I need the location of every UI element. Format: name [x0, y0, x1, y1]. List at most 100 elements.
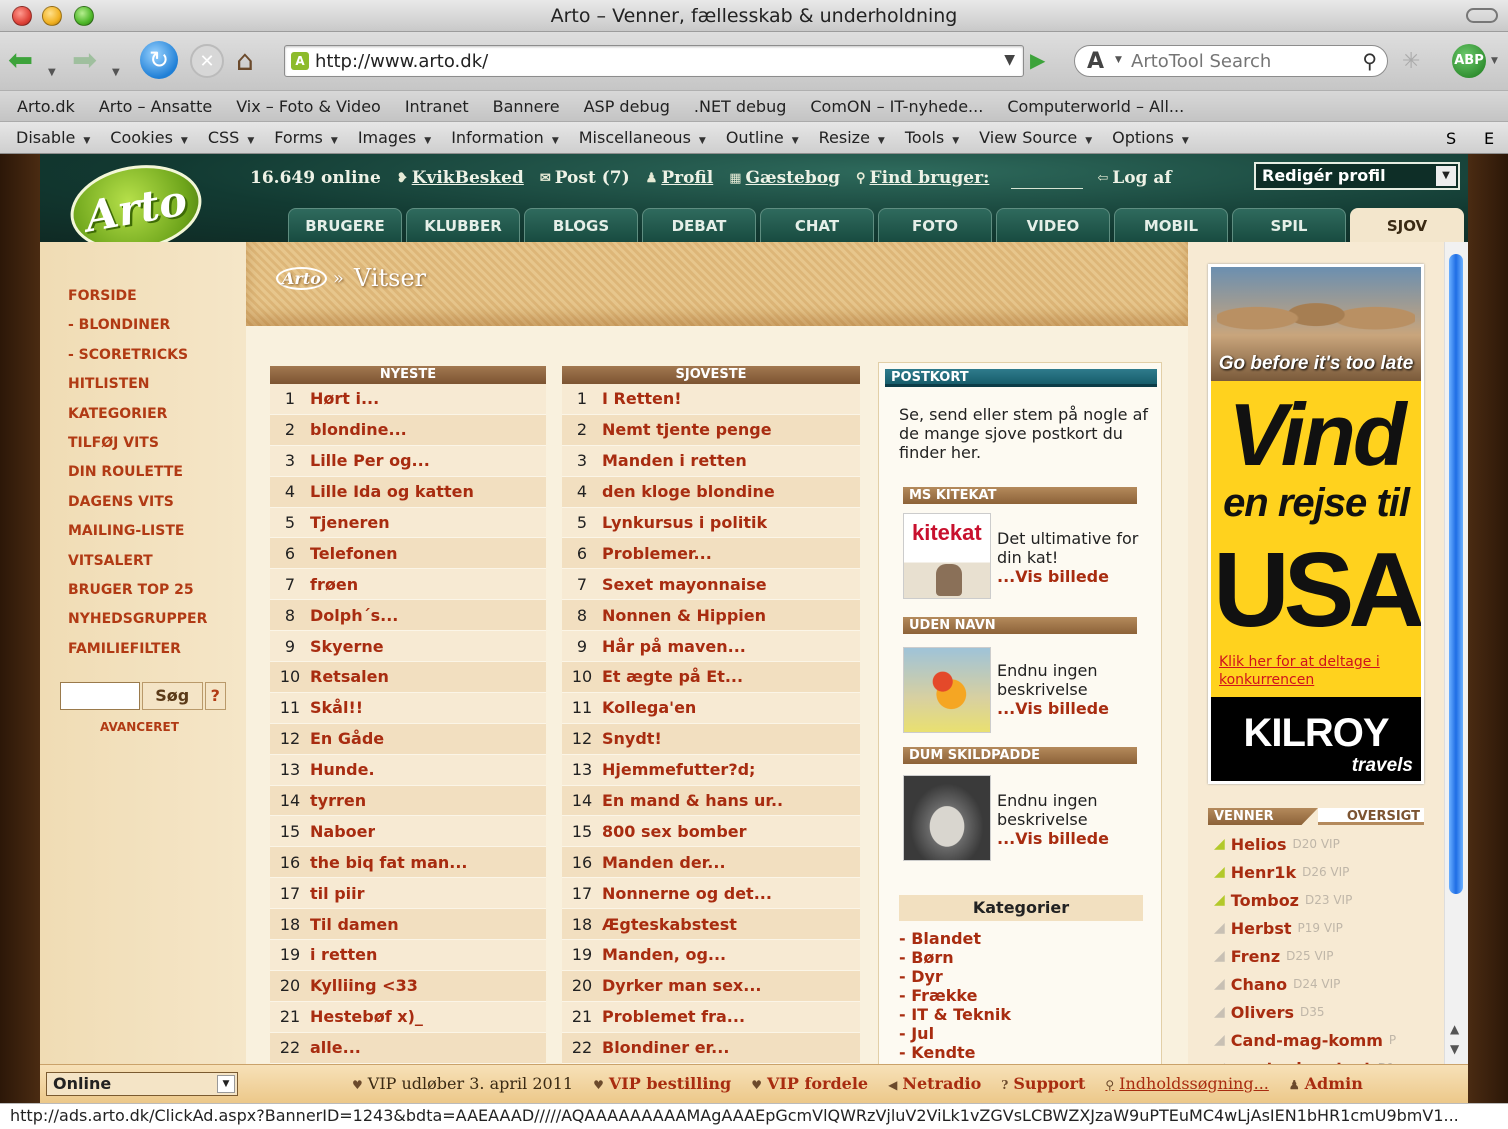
joke-title-link[interactable]: blondine...: [310, 420, 407, 439]
joke-row[interactable]: 18 Ægteskabstest: [562, 909, 860, 941]
joke-row[interactable]: 16 the biq fat man...: [270, 847, 546, 879]
online-status-select[interactable]: Online ▼: [46, 1072, 238, 1096]
search-box[interactable]: A ▼ ⚲: [1074, 45, 1388, 77]
joke-row[interactable]: 11 Skål!!: [270, 692, 546, 724]
joke-title-link[interactable]: Dolph´s...: [310, 606, 398, 625]
joke-title-link[interactable]: Kollega'en: [602, 698, 696, 717]
friend-name[interactable]: Cand-mag-komm: [1231, 1031, 1383, 1050]
friend-item[interactable]: ◢ Henr1k D26 VIP: [1214, 858, 1428, 886]
kvikbesked-link[interactable]: ❥ KvikBesked: [397, 168, 524, 188]
devtools-menu-resize[interactable]: Resize ▼: [819, 128, 885, 147]
netradio-link[interactable]: ◀ Netradio: [888, 1074, 981, 1093]
joke-row[interactable]: 13 Hunde.: [270, 754, 546, 786]
tab-spil[interactable]: SPIL: [1232, 208, 1346, 242]
search-icon[interactable]: ⚲: [1362, 49, 1377, 73]
admin-link[interactable]: ♟ Admin: [1289, 1074, 1363, 1093]
joke-row[interactable]: 6 Problemer...: [562, 538, 860, 570]
menu-item-vitsalert[interactable]: VITSALERT: [68, 551, 207, 580]
search-input[interactable]: [1131, 51, 1341, 72]
friend-item[interactable]: ◢ Helios D20 VIP: [1214, 830, 1428, 858]
joke-row[interactable]: 21 Problemet fra...: [562, 1001, 860, 1033]
bookmark-item[interactable]: .NET debug: [694, 97, 786, 116]
scrollbar-thumb[interactable]: [1449, 254, 1463, 894]
joke-title-link[interactable]: Lille Per og...: [310, 451, 430, 470]
joke-row[interactable]: 19 Manden, og...: [562, 940, 860, 971]
tab-blogs[interactable]: BLOGS: [524, 208, 638, 242]
joke-title-link[interactable]: i retten: [310, 945, 377, 964]
joke-title-link[interactable]: Tjeneren: [310, 513, 390, 532]
kilroy-ad-banner[interactable]: Go before it's too late Vind en rejse ti…: [1208, 264, 1424, 784]
joke-title-link[interactable]: Hørt i...: [310, 389, 379, 408]
menu-item-tilfoej-vits[interactable]: TILFØJ VITS: [68, 433, 207, 462]
postcard-title[interactable]: MS KITEKAT: [903, 487, 1137, 504]
devtools-menu-options[interactable]: Options ▼: [1112, 128, 1189, 147]
joke-title-link[interactable]: Nemt tjente penge: [602, 420, 772, 439]
bookmark-item[interactable]: Computerworld – All...: [1007, 97, 1184, 116]
joke-row[interactable]: 10 Retsalen: [270, 662, 546, 693]
joke-search-input[interactable]: [60, 682, 140, 710]
menu-item-nyhedsgrupper[interactable]: NYHEDSGRUPPER: [68, 609, 207, 638]
forward-arrow-icon[interactable]: ➡: [72, 42, 97, 78]
page-scrollbar[interactable]: ▲ ▼: [1444, 242, 1468, 1103]
joke-row[interactable]: 4 den kloge blondine: [562, 476, 860, 508]
menu-item-bruger-top-25[interactable]: BRUGER TOP 25: [68, 580, 207, 609]
joke-title-link[interactable]: Nonnerne og det...: [602, 884, 772, 903]
postcard-thumbnail[interactable]: kitekat: [903, 513, 991, 599]
postcard-title[interactable]: UDEN NAVN: [903, 617, 1137, 634]
search-engine-dropdown-icon[interactable]: ▼: [1115, 55, 1122, 65]
joke-row[interactable]: 5 Tjeneren: [270, 507, 546, 539]
joke-row[interactable]: 6 Telefonen: [270, 538, 546, 570]
joke-title-link[interactable]: En Gåde: [310, 729, 384, 748]
joke-title-link[interactable]: Retsalen: [310, 667, 389, 686]
joke-row[interactable]: 7 frøen: [270, 569, 546, 601]
friend-item[interactable]: ◢ Herbst P19 VIP: [1214, 914, 1428, 942]
view-image-link[interactable]: ...Vis billede: [997, 699, 1109, 718]
joke-row[interactable]: 22 alle...: [270, 1032, 546, 1064]
postcard-thumbnail[interactable]: [903, 775, 991, 861]
joke-title-link[interactable]: Manden i retten: [602, 451, 747, 470]
joke-title-link[interactable]: Naboer: [310, 822, 375, 841]
joke-row[interactable]: 14 tyrren: [270, 785, 546, 817]
joke-row[interactable]: 4 Lille Ida og katten: [270, 476, 546, 508]
address-bar-url[interactable]: http://www.arto.dk/: [315, 51, 488, 72]
view-image-link[interactable]: ...Vis billede: [997, 829, 1109, 848]
joke-row[interactable]: 2 blondine...: [270, 414, 546, 446]
devtools-status-e[interactable]: E: [1484, 129, 1494, 148]
bookmark-item[interactable]: Bannere: [493, 97, 560, 116]
joke-row[interactable]: 2 Nemt tjente penge: [562, 414, 860, 446]
joke-row[interactable]: 9 Skyerne: [270, 631, 546, 663]
tab-brugere[interactable]: BRUGERE: [288, 208, 402, 242]
joke-title-link[interactable]: the biq fat man...: [310, 853, 468, 872]
category-link[interactable]: - Frække: [899, 986, 1011, 1005]
joke-title-link[interactable]: Skyerne: [310, 637, 384, 656]
friend-name[interactable]: Henr1k: [1231, 863, 1296, 882]
devtools-menu-cookies[interactable]: Cookies ▼: [110, 128, 188, 147]
tab-debat[interactable]: DEBAT: [642, 208, 756, 242]
joke-row[interactable]: 3 Manden i retten: [562, 445, 860, 477]
joke-title-link[interactable]: En mand & hans ur..: [602, 791, 783, 810]
joke-title-link[interactable]: Hjemmefutter?d;: [602, 760, 755, 779]
reload-icon[interactable]: ↻: [140, 41, 178, 79]
menu-item-scoretricks[interactable]: - SCORETRICKS: [68, 345, 207, 374]
scroll-down-arrow-icon[interactable]: ▼: [1450, 1042, 1459, 1056]
joke-title-link[interactable]: alle...: [310, 1038, 361, 1057]
joke-title-link[interactable]: Sexet mayonnaise: [602, 575, 767, 594]
category-link[interactable]: - Blandet: [899, 929, 1011, 948]
devtools-menu-disable[interactable]: Disable ▼: [16, 128, 90, 147]
joke-title-link[interactable]: Manden der...: [602, 853, 726, 872]
joke-row[interactable]: 1 I Retten!: [562, 384, 860, 415]
category-link[interactable]: - Jul: [899, 1024, 1011, 1043]
search-engine-icon[interactable]: A: [1087, 49, 1104, 74]
joke-title-link[interactable]: Problemer...: [602, 544, 712, 563]
menu-item-blondiner[interactable]: - BLONDINER: [68, 315, 207, 344]
tab-sjov[interactable]: SJOV: [1350, 208, 1464, 242]
friend-name[interactable]: Frenz: [1231, 947, 1280, 966]
devtools-menu-images[interactable]: Images ▼: [358, 128, 431, 147]
category-link[interactable]: - Dyr: [899, 967, 1011, 986]
menu-item-din-roulette[interactable]: DIN ROULETTE: [68, 462, 207, 491]
joke-row[interactable]: 19 i retten: [270, 940, 546, 971]
joke-row[interactable]: 17 til piir: [270, 878, 546, 910]
back-arrow-icon[interactable]: ⬅: [8, 42, 33, 78]
joke-row[interactable]: 20 Dyrker man sex...: [562, 970, 860, 1002]
postcard-thumbnail[interactable]: [903, 647, 991, 733]
